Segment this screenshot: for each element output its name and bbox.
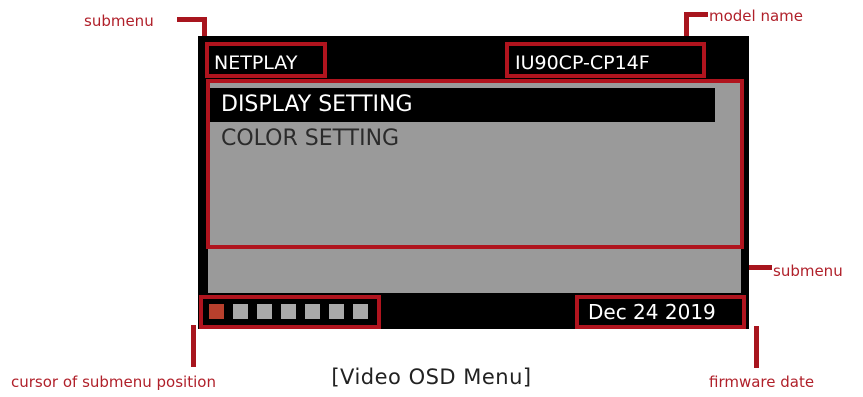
callout-submenu-top: submenu — [84, 12, 154, 30]
figure-caption: [Video OSD Menu] — [331, 365, 532, 389]
highlight-model-box — [505, 42, 706, 78]
highlight-date-box — [575, 295, 746, 329]
highlight-title-box — [205, 42, 327, 78]
highlight-position-box — [199, 295, 381, 329]
callout-model-name: model name — [709, 7, 804, 25]
highlight-submenu-box — [206, 79, 744, 249]
callout-submenu-right: submenu — [773, 262, 843, 280]
